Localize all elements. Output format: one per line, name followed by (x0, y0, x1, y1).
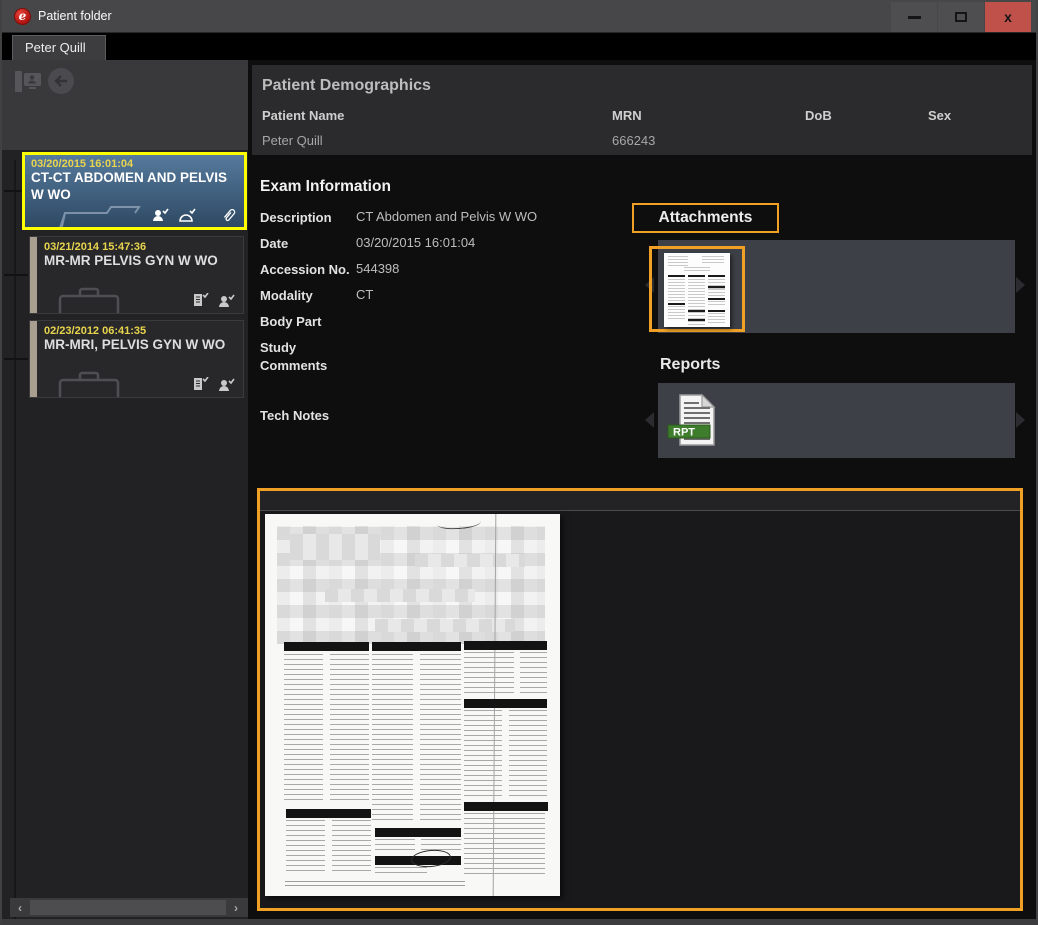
form-section-xray: X-RAY (286, 809, 371, 818)
exam-information-title: Exam Information (260, 178, 391, 196)
reports-title: Reports (660, 356, 720, 374)
clinician-check-icon (178, 208, 196, 222)
app-logo-icon: e (14, 8, 31, 25)
attachment-preview-panel: MRI CT PET/CT ULTRASOUND X-RAY INTERVENT… (257, 488, 1023, 911)
report-document-icon[interactable]: RPT (666, 391, 720, 451)
maximize-button[interactable] (938, 2, 984, 32)
study-card[interactable]: 03/21/2014 15:47:36 MR-MR PELVIS GYN W W… (29, 236, 244, 314)
briefcase-icon (58, 287, 120, 314)
scanned-order-form[interactable]: MRI CT PET/CT ULTRASOUND X-RAY INTERVENT… (265, 514, 560, 896)
study-date: 03/21/2014 15:47:36 (44, 241, 237, 253)
mrn-value: 666243 (612, 133, 655, 148)
timeline-tick (4, 358, 28, 360)
report-check-icon (193, 293, 209, 308)
study-list-toolbar (2, 60, 248, 150)
close-icon: x (1004, 10, 1012, 24)
study-card[interactable]: 02/23/2012 06:41:35 MR-MRI, PELVIS GYN W… (29, 320, 244, 398)
patient-name-value: Peter Quill (262, 133, 323, 148)
minimize-button[interactable] (891, 2, 937, 32)
section-title: Patient Demographics (262, 77, 431, 95)
exam-field-body-part: Body Part (260, 313, 630, 331)
study-date: 02/23/2012 06:41:35 (44, 325, 237, 337)
title-bar: e Patient folder x (0, 0, 1038, 33)
close-button[interactable]: x (985, 2, 1031, 32)
carousel-left-icon[interactable] (645, 412, 654, 428)
form-section-petct: PET/CT (464, 641, 547, 650)
carousel-right-icon[interactable] (1016, 277, 1025, 293)
radiologist-check-icon (218, 378, 235, 392)
study-title: CT-CT ABDOMEN AND PELVIS W WO (31, 170, 238, 204)
radiologist-check-icon (152, 208, 169, 222)
scroll-right-icon[interactable]: › (226, 901, 246, 915)
attachments-header-highlight: Attachments (632, 203, 779, 233)
form-section-mammography: MAMMOGRAPHY W/CAD (464, 802, 548, 811)
study-date: 03/20/2015 16:01:04 (31, 158, 238, 170)
folder-outline-icon (53, 205, 145, 230)
pen-circle-annotation (410, 848, 451, 868)
exam-field-description: Description CT Abdomen and Pelvis W WO (260, 209, 630, 227)
window-title: Patient folder (38, 0, 112, 33)
svg-text:RPT: RPT (673, 427, 695, 439)
form-section-ct: CT (372, 642, 461, 651)
patient-demographics-section: Patient Demographics Patient Name MRN Do… (252, 65, 1032, 155)
paperclip-icon (223, 207, 236, 222)
tab-peter-quill[interactable]: Peter Quill (12, 35, 106, 60)
attachment-thumbnail[interactable] (664, 253, 730, 327)
form-footnote (285, 881, 465, 888)
horizontal-scrollbar[interactable]: ‹ › (10, 898, 248, 917)
exam-field-date: Date 03/20/2015 16:01:04 (260, 235, 630, 253)
scroll-left-icon[interactable]: ‹ (10, 901, 30, 915)
patient-id-icon[interactable] (14, 69, 42, 95)
timeline-tick (4, 274, 28, 276)
scrollbar-thumb[interactable] (30, 900, 226, 915)
attachment-thumbnail-highlight (649, 246, 745, 332)
maximize-icon (955, 12, 967, 22)
column-header-dob: DoB (805, 108, 832, 123)
exam-field-accession: Accession No. 544398 (260, 261, 630, 279)
carousel-right-icon[interactable] (1016, 412, 1025, 428)
tab-bar: Peter Quill (2, 33, 1036, 60)
card-stripe (30, 321, 37, 397)
back-arrow-icon (54, 75, 68, 87)
report-check-icon (193, 377, 209, 392)
radiologist-check-icon (218, 294, 235, 308)
exam-field-tech-notes: Tech Notes (260, 407, 630, 425)
card-stripe (30, 237, 37, 313)
form-section-ultrasound: ULTRASOUND (464, 699, 547, 708)
study-title: MR-MR PELVIS GYN W WO (44, 253, 237, 270)
briefcase-icon (58, 371, 120, 398)
study-list-panel: 03/20/2015 16:01:04 CT-CT ABDOMEN AND PE… (2, 60, 248, 919)
attachments-title: Attachments (659, 209, 753, 227)
study-card-selected[interactable]: 03/20/2015 16:01:04 CT-CT ABDOMEN AND PE… (22, 152, 247, 230)
minimize-icon (908, 16, 921, 19)
column-header-sex: Sex (928, 108, 951, 123)
back-button[interactable] (48, 68, 74, 94)
patient-folder-window: e Patient folder x Peter Quill (0, 0, 1038, 925)
preview-toolbar (260, 491, 1020, 511)
exam-field-modality: Modality CT (260, 287, 630, 305)
column-header-patient-name: Patient Name (262, 108, 344, 123)
column-header-mrn: MRN (612, 108, 642, 123)
exam-field-study-comments: Study Comments (260, 339, 630, 374)
form-section-mri: MRI (284, 642, 369, 651)
study-title: MR-MRI, PELVIS GYN W WO (44, 337, 237, 354)
form-section-interventional-biopsy: INTERVENTIONAL BIOPSY (375, 828, 461, 837)
